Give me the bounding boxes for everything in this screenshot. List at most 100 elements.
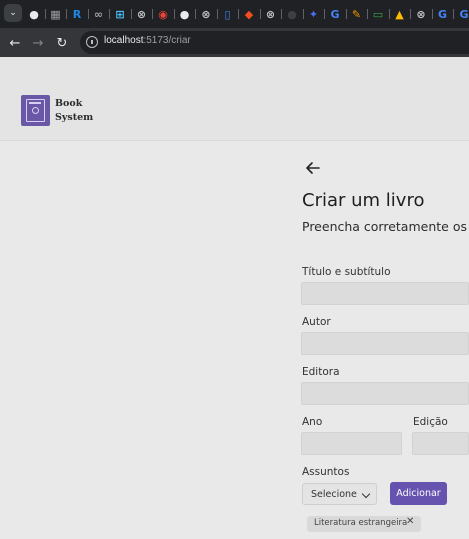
- drive-icon: ▲: [395, 7, 404, 21]
- tab-separator: [259, 9, 261, 19]
- tab-separator: [388, 9, 390, 19]
- autor-label: Autor: [302, 316, 331, 328]
- editora-input[interactable]: [301, 382, 469, 405]
- tab-separator: [109, 9, 110, 19]
- chat-icon: ▭: [372, 7, 384, 21]
- assuntos-select[interactable]: Selecione: [302, 483, 377, 505]
- browser-tab-strip: ⌄ ● ▦ R ∞ ⊞ ⊗ ◉ ● ⊗ ▯ ◆ ⊗ ● ✦ G ✎ ▭ ▲ ⊗ G G: [0, 0, 469, 28]
- tab-separator: [173, 9, 175, 19]
- url-host: localhost: [104, 35, 144, 46]
- network-icon: ⊗: [265, 7, 276, 21]
- doc-icon: ▯: [224, 7, 231, 21]
- browser-tab[interactable]: ⊗: [413, 6, 429, 22]
- tab-separator: [324, 9, 325, 19]
- subject-chip-label: Literatura estrangeira: [314, 518, 408, 528]
- browser-tab[interactable]: G: [456, 6, 469, 22]
- grid-icon: ▦: [50, 7, 61, 21]
- app-header: Book System: [0, 57, 469, 141]
- browser-tab[interactable]: ▲: [392, 6, 408, 22]
- google-icon: G: [330, 7, 340, 21]
- network-icon: ⊗: [136, 7, 147, 21]
- browser-tab[interactable]: ⊞: [112, 6, 128, 22]
- titulo-input[interactable]: [301, 282, 469, 305]
- tab-separator: [66, 9, 67, 19]
- address-bar[interactable]: localhost:5173/criar: [80, 31, 469, 54]
- edicao-label: Edição: [413, 416, 448, 428]
- r-icon: R: [72, 7, 82, 21]
- google-icon: G: [437, 7, 448, 21]
- figma-icon: ◆: [244, 7, 254, 21]
- browser-tab[interactable]: ⊗: [263, 6, 279, 22]
- browser-tab[interactable]: ●: [177, 6, 193, 22]
- logo-globe-shape: [32, 107, 39, 114]
- tab-separator: [345, 9, 347, 19]
- browser-tab[interactable]: G: [435, 6, 451, 22]
- tab-separator: [302, 9, 304, 19]
- pencil-icon: ✎: [351, 7, 362, 21]
- tab-separator: [238, 9, 239, 19]
- browser-tab[interactable]: ∞: [91, 6, 107, 22]
- browser-tab[interactable]: ▯: [220, 6, 236, 22]
- browser-tab[interactable]: ⊗: [198, 6, 214, 22]
- close-icon[interactable]: ✕: [406, 516, 414, 527]
- url-path: :5173/criar: [143, 35, 191, 46]
- address-bar-url: localhost:5173/criar: [104, 35, 191, 46]
- tab-separator: [130, 9, 132, 19]
- tab-separator: [152, 9, 153, 19]
- github-icon: ●: [179, 7, 190, 21]
- browser-tab[interactable]: R: [69, 6, 85, 22]
- autor-input[interactable]: [301, 332, 469, 355]
- chrome-icon: ◉: [158, 7, 168, 21]
- browser-tab[interactable]: G: [327, 6, 343, 22]
- edicao-input[interactable]: [412, 432, 469, 455]
- tab-separator: [281, 9, 282, 19]
- back-nav-icon[interactable]: ←: [5, 33, 25, 53]
- logo-text[interactable]: Book System: [55, 97, 93, 125]
- browser-tab[interactable]: ⊗: [134, 6, 150, 22]
- browser-tab[interactable]: ●: [284, 6, 300, 22]
- add-subject-button[interactable]: Adicionar: [390, 482, 447, 505]
- tab-separator: [44, 9, 46, 19]
- forward-nav-icon[interactable]: →: [28, 33, 48, 53]
- tab-separator: [367, 9, 368, 19]
- brackets-icon: ⊞: [115, 7, 125, 21]
- browser-tab[interactable]: ▦: [48, 6, 64, 22]
- site-info-icon[interactable]: [86, 36, 98, 48]
- google-icon: G: [459, 7, 469, 21]
- tab-separator: [453, 9, 454, 19]
- browser-tab[interactable]: ◆: [241, 6, 257, 22]
- subject-chip: Literatura estrangeira ✕: [307, 516, 421, 532]
- reload-icon[interactable]: ↻: [52, 33, 72, 53]
- editora-label: Editora: [302, 366, 340, 378]
- network-icon: ⊗: [201, 7, 211, 21]
- browser-tab[interactable]: ▭: [370, 6, 386, 22]
- tab-separator: [410, 9, 411, 19]
- browser-tab[interactable]: ◉: [155, 6, 171, 22]
- page-content: Book System Criar um livro Preencha corr…: [0, 57, 469, 539]
- assuntos-label: Assuntos: [302, 466, 350, 478]
- logo-line-1: Book: [55, 98, 83, 109]
- loop-icon: ∞: [93, 7, 104, 21]
- browser-tab[interactable]: ✦: [306, 6, 322, 22]
- dark-circle-icon: ●: [287, 7, 297, 21]
- tab-separator: [431, 9, 433, 19]
- assuntos-select-value: Selecione: [311, 489, 357, 500]
- browser-toolbar: ← → ↻ localhost:5173/criar: [0, 28, 469, 57]
- ano-label: Ano: [302, 416, 323, 428]
- logo-line-2: System: [55, 112, 94, 123]
- browser-tab[interactable]: ●: [26, 6, 42, 22]
- tab-separator: [87, 9, 89, 19]
- tab-search-button[interactable]: ⌄: [4, 4, 22, 22]
- titulo-label: Título e subtítulo: [302, 266, 391, 278]
- chevron-down-icon: [361, 489, 371, 499]
- tab-separator: [195, 9, 196, 19]
- github-icon: ●: [29, 7, 39, 21]
- back-arrow-icon[interactable]: [303, 158, 323, 178]
- browser-tab[interactable]: ✎: [349, 6, 365, 22]
- page-subtitle: Preencha corretamente os ca: [302, 219, 469, 234]
- puzzle-icon: ✦: [308, 7, 319, 21]
- tab-separator: [216, 9, 218, 19]
- book-logo-icon[interactable]: [21, 95, 50, 126]
- page-title: Criar um livro: [302, 190, 425, 211]
- ano-input[interactable]: [301, 432, 402, 455]
